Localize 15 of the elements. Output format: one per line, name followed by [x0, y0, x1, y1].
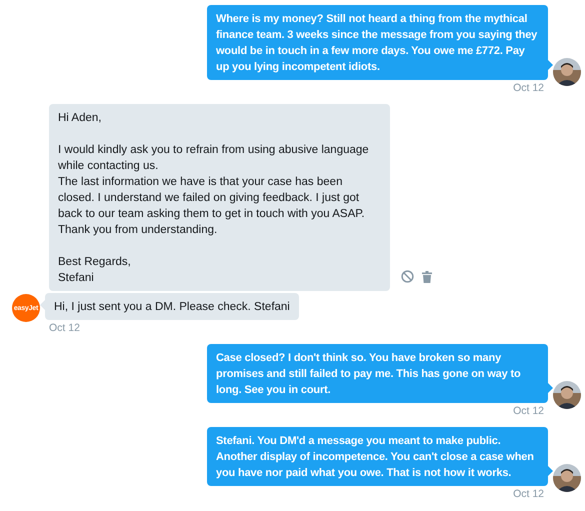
message-bubble: Hi, I just sent you a DM. Please check. Stefani: [45, 293, 299, 320]
message-bubble: Case closed? I don't think so. You have broken so many promises and still failed to pay me. This has gone on way to long. See you in court.: [207, 344, 548, 403]
message-time: Oct 12: [513, 82, 544, 94]
message-time: Oct 12: [513, 488, 544, 500]
bubble-tail: [548, 60, 553, 70]
message-time: Oct 12: [513, 405, 544, 417]
trash-icon[interactable]: [422, 270, 432, 282]
message-time: Oct 12: [49, 322, 80, 334]
bubble-tail: [548, 383, 553, 393]
bubble-tail: [548, 466, 553, 476]
message-bubble: Where is my money? Still not heard a thing from the mythical finance team. 3 weeks since the message from you saying they would be in touch in a few more days. You owe me £772. Pay up you lying incompetent idiots.: [207, 5, 548, 80]
message-bubble: Hi Aden, I would kindly ask you to refrain from using abusive language while contacting us. The last information we have is that your case has been closed. I understand we failed on giving feedback. I just got back to our team asking them to get in touch with you ASAP. Thank you from understanding. Best Regards, Stefani: [49, 104, 390, 291]
message-bubble: Stefani. You DM'd a message you meant to make public. Another display of incompetence. You can't close a case when you have nor paid what you owe. That is not how it works.: [207, 427, 548, 486]
block-icon[interactable]: [401, 270, 414, 283]
bubble-tail: [40, 300, 45, 310]
